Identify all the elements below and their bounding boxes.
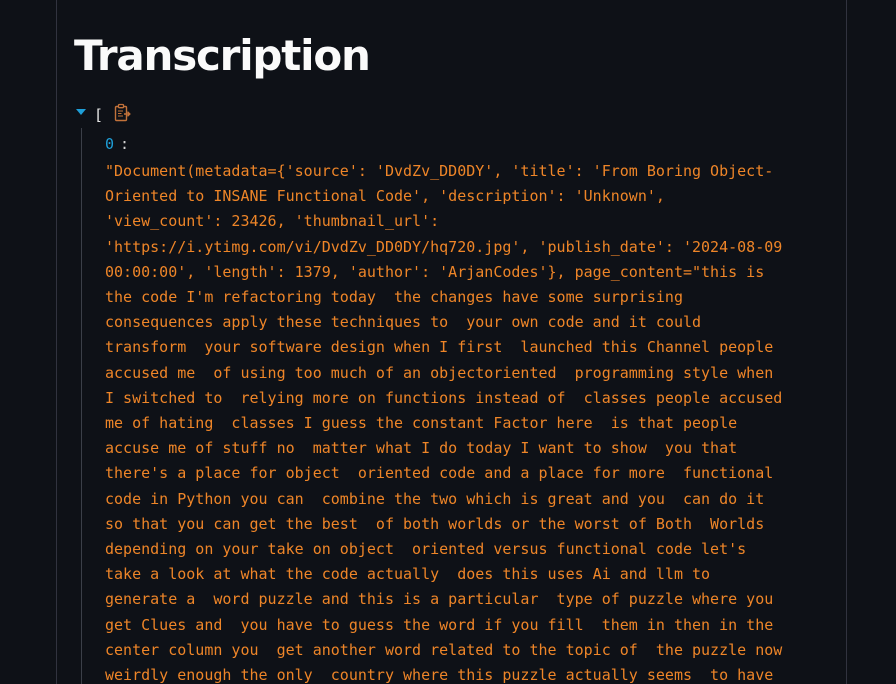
string-line: weirdly enough the only country where th… <box>105 666 774 684</box>
string-line: consequences apply these techniques to y… <box>105 313 702 332</box>
json-item-index: 0 <box>105 135 115 153</box>
string-line: transform your software design when I fi… <box>105 338 774 357</box>
string-line: generate a word puzzle and this is a par… <box>105 590 774 609</box>
json-array-body: 0: "Document(metadata={'source': 'DvdZv_… <box>81 128 822 684</box>
string-line: Oriented to INSANE Functional Code', 'de… <box>105 187 665 206</box>
string-line: get Clues and you have to guess the word… <box>105 615 774 634</box>
json-string-value: "Document(metadata={'source': 'DvdZv_DD0… <box>105 159 825 684</box>
string-line: "Document(metadata={'source': 'DvdZv_DD0… <box>105 162 774 180</box>
string-line: 00:00:00', 'length': 1379, 'author': 'Ar… <box>105 262 765 281</box>
main-column-left-border <box>56 0 57 684</box>
string-line: center column you get another word relat… <box>105 640 783 659</box>
string-line: me of hating classes I guess the constan… <box>105 414 738 433</box>
streamlit-app: Transcription [ 0: "Document(metadata={'… <box>0 0 896 684</box>
string-line: 'view_count': 23426, 'thumbnail_url': <box>105 212 440 231</box>
page-title: Transcription <box>74 31 371 80</box>
main-column-right-border <box>846 0 847 684</box>
collapse-toggle-icon[interactable] <box>76 109 86 115</box>
string-line: there's a place for object oriented code… <box>105 464 774 483</box>
string-line: depending on your take on object oriente… <box>105 540 747 559</box>
string-line: I switched to relying more on functions … <box>105 388 783 407</box>
json-item-key-row[interactable]: 0: <box>105 134 129 154</box>
clipboard-copy-icon[interactable] <box>114 103 131 122</box>
string-line: so that you can get the best of both wor… <box>105 514 765 533</box>
string-line: accuse me of stuff no matter what I do t… <box>105 439 738 458</box>
string-line: the code I'm refactoring today the chang… <box>105 288 683 307</box>
string-line: 'https://i.ytimg.com/vi/DvdZv_DD0DY/hq72… <box>105 237 783 256</box>
string-line: code in Python you can combine the two w… <box>105 489 765 508</box>
string-line: accused me of using too much of an objec… <box>105 363 774 382</box>
open-bracket: [ <box>94 106 104 124</box>
string-line: take a look at what the code actually do… <box>105 565 711 584</box>
json-colon: : <box>120 135 130 153</box>
